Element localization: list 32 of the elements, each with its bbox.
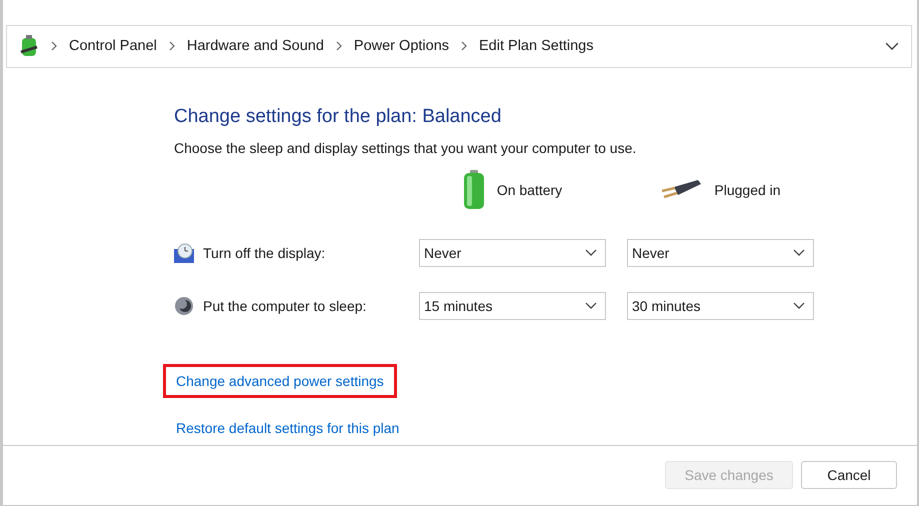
- dropdown-field[interactable]: Never: [419, 238, 606, 267]
- caret-icon: [793, 249, 805, 256]
- dropdown-button[interactable]: [885, 42, 899, 50]
- settings-link[interactable]: Restore default settings for this plan: [163, 410, 412, 445]
- dropdown-field[interactable]: 30 minutes: [627, 292, 814, 320]
- chevron-icon: [460, 41, 468, 52]
- breadcrumb-item[interactable]: Control Panel: [69, 38, 157, 54]
- setting-label: Put the computer to sleep:: [203, 298, 366, 314]
- caret-icon: [585, 249, 597, 256]
- breadcrumb-item[interactable]: Hardware and Sound: [186, 38, 324, 54]
- battery-icon: [462, 170, 485, 210]
- dropdown-field[interactable]: Never: [627, 238, 814, 267]
- power-plan-icon: [19, 35, 39, 58]
- chevron-icon: [50, 41, 58, 52]
- breadcrumb-item[interactable]: Edit Plan Settings: [479, 38, 594, 54]
- setting-label: Turn off the display:: [203, 244, 326, 261]
- caret-icon: [793, 302, 805, 310]
- cancel-button[interactable]: Cancel: [801, 461, 897, 490]
- column-heading: Plugged in: [714, 182, 781, 198]
- settings-link[interactable]: Change advanced power settings: [163, 364, 397, 398]
- column-heading: On battery: [496, 182, 562, 198]
- clock-icon: [174, 242, 194, 263]
- caret-icon: [585, 302, 597, 310]
- moon-icon: [174, 296, 194, 316]
- chevron-icon: [168, 41, 176, 52]
- page-title: Change settings for the plan: Balanced: [174, 106, 502, 128]
- chevron-icon: [334, 41, 343, 52]
- dropdown-field[interactable]: 15 minutes: [419, 292, 606, 320]
- breadcrumb-item[interactable]: Power Options: [354, 38, 450, 54]
- plug-icon: [660, 178, 702, 201]
- page-description: Choose the sleep and display settings that you want your computer to use.: [174, 140, 638, 156]
- chevron-down-icon: [885, 42, 899, 50]
